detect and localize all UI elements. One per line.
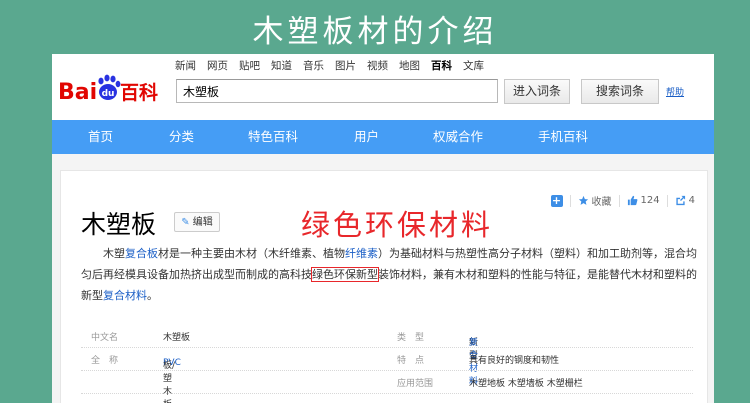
enter-entry-button[interactable]: 进入词条: [504, 79, 570, 104]
nav-link-video[interactable]: 视频: [367, 58, 388, 73]
browser-window: Bai du 百科 新闻 网页 贴吧 知道 音乐 图片 视频 地图 百科 文库 …: [52, 54, 714, 403]
search-input[interactable]: [176, 79, 498, 103]
logo-text-bai: Bai: [58, 80, 97, 105]
plus-icon[interactable]: +: [550, 194, 563, 207]
tab-mobile[interactable]: 手机百科: [538, 120, 588, 154]
edit-label: 编辑: [192, 217, 213, 228]
link-composite-board[interactable]: 复合板: [125, 247, 158, 260]
nav-link-web[interactable]: 网页: [207, 58, 228, 73]
help-link[interactable]: 帮助: [666, 85, 684, 98]
tab-categories[interactable]: 分类: [169, 120, 194, 154]
divider: [666, 194, 668, 207]
divider: [618, 194, 620, 207]
entry-summary: 木塑复合板材是一种主要由木材（木纤维素、植物纤维素）为基础材料与热塑性高分子材料…: [81, 243, 701, 306]
info-row: 应用范围 木塑地板 木塑墙板 木塑栅栏: [81, 371, 693, 394]
like-button[interactable]: 124: [627, 195, 660, 206]
nav-link-news[interactable]: 新闻: [175, 58, 196, 73]
summary-text: 材是一种主要由木材（木纤维素、植物: [158, 247, 345, 260]
nav-link-zhidao[interactable]: 知道: [271, 58, 292, 73]
summary-text: 木塑: [103, 247, 125, 260]
collect-label: 收藏: [591, 197, 612, 208]
nav-link-wenku[interactable]: 文库: [463, 58, 484, 73]
category-nav-bar: 首页 分类 特色百科 用户 权威合作 手机百科: [52, 120, 714, 154]
nav-link-images[interactable]: 图片: [335, 58, 356, 73]
thumbs-up-icon: [627, 195, 637, 206]
pencil-icon: ✎: [181, 217, 190, 228]
link-cellulose[interactable]: 纤维素: [345, 247, 378, 260]
search-entry-button[interactable]: 搜索词条: [581, 79, 659, 104]
edit-button[interactable]: ✎ 编辑: [174, 212, 220, 232]
divider: [569, 194, 571, 207]
highlighted-phrase: 绿色环保新型: [311, 267, 379, 282]
info-key: 应用范围: [397, 379, 434, 389]
nav-link-map[interactable]: 地图: [399, 58, 420, 73]
tab-featured[interactable]: 特色百科: [248, 120, 298, 154]
tab-users[interactable]: 用户: [354, 120, 379, 154]
entry-card: + 收藏 124 4 木塑板 ✎ 编辑 绿色环保材料 木塑复合板材是一种主要由木…: [60, 170, 708, 403]
logo-text-baike: 百科: [120, 81, 158, 104]
entry-title: 木塑板: [81, 210, 157, 239]
logo-text-du: du: [102, 89, 115, 99]
nav-link-music[interactable]: 音乐: [303, 58, 324, 73]
info-key: 全 称: [91, 356, 119, 366]
nav-link-baike[interactable]: 百科: [431, 58, 452, 73]
star-icon: [578, 195, 588, 205]
info-row: 全 称 PVC板/塑木板 特 点 具有良好的钢度和韧性: [81, 348, 693, 403]
baidu-baike-logo[interactable]: Bai du 百科: [58, 72, 170, 106]
share-button[interactable]: 4: [675, 195, 695, 206]
baike-header: Bai du 百科 新闻 网页 贴吧 知道 音乐 图片 视频 地图 百科 文库 …: [52, 54, 714, 120]
share-count: 4: [688, 195, 695, 206]
like-count: 124: [640, 195, 660, 206]
tab-home[interactable]: 首页: [88, 120, 113, 154]
share-icon: [676, 195, 685, 206]
link-composite-material[interactable]: 复合材料: [103, 289, 147, 302]
entry-actions: + 收藏 124 4: [550, 193, 695, 208]
slide-title: 木塑板材的介绍: [252, 14, 498, 50]
tab-authority[interactable]: 权威合作: [433, 120, 483, 154]
info-value: 木塑板: [163, 333, 191, 343]
info-key: 特 点: [397, 356, 425, 366]
info-value: 具有良好的钢度和韧性: [469, 356, 560, 366]
info-value: 木塑地板 木塑墙板 木塑栅栏: [469, 379, 583, 389]
overlay-annotation: 绿色环保材料: [301, 208, 494, 242]
info-row: 中文名 木塑板 类 型 新型 复合材料: [81, 325, 693, 387]
info-key: 类 型: [397, 333, 425, 343]
paw-icon: du: [98, 74, 121, 100]
top-nav-links: 新闻 网页 贴吧 知道 音乐 图片 视频 地图 百科 文库: [175, 58, 495, 73]
summary-text: 。: [147, 289, 158, 302]
nav-link-tieba[interactable]: 贴吧: [239, 58, 260, 73]
info-box: 中文名 木塑板 类 型 新型复合材料 全 称 PVC板/塑木板 特 点 具有良好…: [81, 325, 693, 403]
info-key: 中文名: [91, 333, 119, 343]
collect-button[interactable]: 收藏: [578, 193, 612, 208]
